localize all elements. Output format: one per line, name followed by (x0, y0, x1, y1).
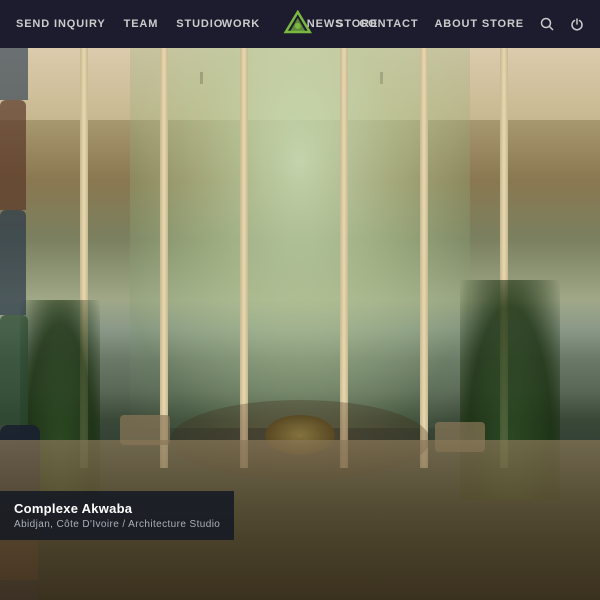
nav-about-store[interactable]: ABOUT STORE (434, 18, 524, 30)
nav-work[interactable]: WORK (222, 18, 260, 30)
power-icon[interactable] (570, 17, 584, 31)
caption-title: Complexe Akwaba (14, 501, 220, 516)
nav-logo[interactable] (282, 10, 314, 38)
hero-background: Complexe Akwaba Abidjan, Côte D'Ivoire /… (0, 0, 600, 600)
caption-overlay: Complexe Akwaba Abidjan, Côte D'Ivoire /… (0, 491, 234, 540)
column-5 (420, 48, 428, 468)
person-standing-4 (0, 315, 28, 425)
navigation: SEND INQUIRY TEAM STUDIO WORK STORE NEWS… (0, 0, 600, 48)
nav-store[interactable]: STORE (336, 18, 378, 30)
nav-center-group: WORK STORE (222, 10, 378, 38)
hero-section: Complexe Akwaba Abidjan, Côte D'Ivoire /… (0, 0, 600, 600)
window-light (130, 48, 470, 428)
nav-send-inquiry[interactable]: SEND INQUIRY (16, 18, 106, 30)
column-2 (160, 48, 168, 468)
logo-icon (282, 10, 314, 38)
nav-studio[interactable]: STUDIO (176, 18, 223, 30)
person-standing-3 (0, 210, 26, 315)
nav-team[interactable]: TEAM (124, 18, 159, 30)
caption-subtitle: Abidjan, Côte D'Ivoire / Architecture St… (14, 519, 220, 530)
person-standing-2 (0, 100, 26, 210)
search-icon[interactable] (540, 17, 554, 31)
nav-left-group: SEND INQUIRY TEAM STUDIO (16, 18, 223, 30)
